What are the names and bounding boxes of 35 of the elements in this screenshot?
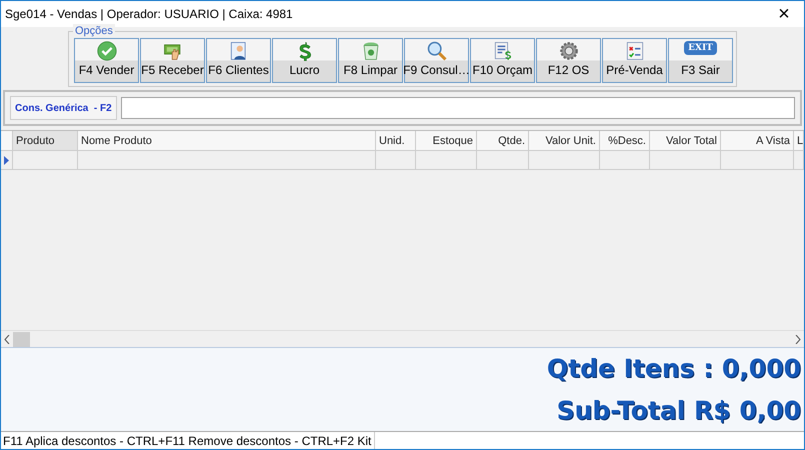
table-cell[interactable]: [477, 151, 529, 170]
table-cell[interactable]: [650, 151, 721, 170]
scroll-right-icon[interactable]: [795, 334, 801, 344]
toolbar-button[interactable]: F12 OS: [536, 38, 601, 83]
toolbar-button[interactable]: Lucro: [272, 38, 337, 83]
table-cell[interactable]: [529, 151, 600, 170]
toolbar-button[interactable]: F10 Orçam: [470, 38, 535, 83]
scroll-left-icon[interactable]: [4, 334, 10, 344]
row-indicator-icon: [4, 156, 9, 164]
table-cell[interactable]: [78, 151, 376, 170]
table-cell[interactable]: [600, 151, 650, 170]
subtotal: Sub-Total R$ 0,00: [556, 394, 801, 426]
table-cell[interactable]: [794, 151, 804, 170]
table-cell[interactable]: [13, 151, 78, 170]
toolbar-button[interactable]: F8 Limpar: [338, 38, 403, 83]
scroll-thumb[interactable]: [13, 332, 30, 346]
window-title: Sge014 - Vendas | Operador: USUARIO | Caixa: 4981: [5, 6, 293, 23]
close-button[interactable]: ×: [764, 1, 804, 27]
exit-icon: EXIT: [684, 41, 717, 55]
table-cell[interactable]: [416, 151, 477, 170]
items-total: Qtde Itens : 0,000: [546, 353, 801, 385]
column-header[interactable]: Produto: [13, 131, 78, 151]
toolbar-button[interactable]: F4 Vender: [74, 38, 139, 83]
status-text: F11 Aplica descontos - CTRL+F11 Remove descontos - CTRL+F2 Kit: [3, 432, 376, 449]
horizontal-scrollbar[interactable]: [1, 330, 804, 347]
search-field[interactable]: [120, 97, 795, 119]
table-cell[interactable]: [376, 151, 416, 170]
toolbar-button[interactable]: EXIT F3 Sair: [668, 38, 733, 83]
toolbar-button[interactable]: F9 Consul…: [404, 38, 469, 83]
group-legend: Opções: [73, 24, 115, 38]
search-label: Cons. Genérica - F2: [10, 96, 117, 120]
toolbar-button[interactable]: Pré-Venda: [602, 38, 667, 83]
toolbar-button[interactable]: F5 Receber: [140, 38, 205, 83]
table-cell[interactable]: [721, 151, 794, 170]
toolbar-button[interactable]: F6 Clientes: [206, 38, 271, 83]
